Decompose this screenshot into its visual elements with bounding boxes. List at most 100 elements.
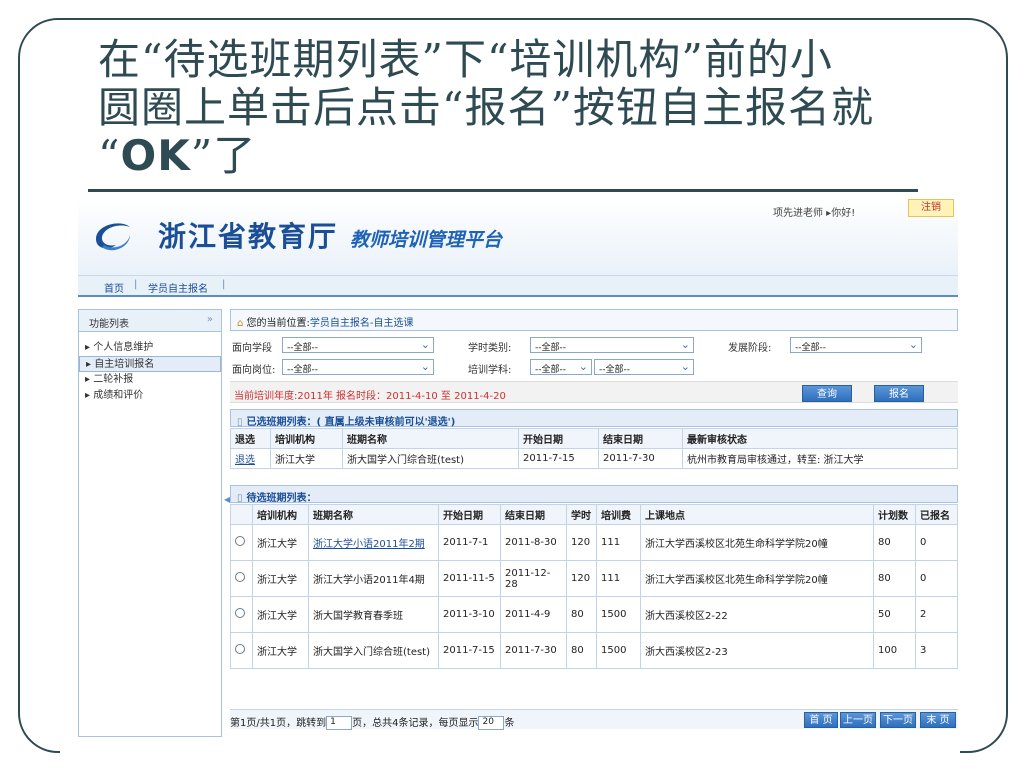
prev-page-button[interactable]: 上一页 <box>840 712 876 728</box>
subject-select-1[interactable]: --全部-- ⌄ <box>530 359 592 375</box>
stage-select-value: --全部-- <box>795 343 826 353</box>
first-page-button[interactable]: 首 页 <box>804 712 838 728</box>
table-row: 浙江大学 浙大国学入门综合班(test) 2011-7-15 2011-7-30… <box>230 632 958 669</box>
withdraw-link[interactable]: 退选 <box>235 455 255 466</box>
col-header: 开始日期 <box>438 504 501 525</box>
pagination-text: 第1页/共1页，跳转到 1 页，总共4条记录，每页显示 20 条 <box>230 714 514 730</box>
dropdown-arrow-icon: ⌄ <box>420 338 430 351</box>
col-header: 班期名称 <box>308 504 439 525</box>
pagination-bar: 第1页/共1页，跳转到 1 页，总共4条记录，每页显示 20 条 首 页 上一页 下一页… <box>230 709 958 730</box>
post-select-value: --全部-- <box>287 365 318 375</box>
sidebar-item-self-enroll[interactable]: ▸ 自主培训报名 <box>79 356 221 372</box>
col-header: 已报名 <box>915 504 958 525</box>
cell-enrolled: 0 <box>915 560 958 597</box>
subject-label: 培训学科: <box>468 365 512 376</box>
cell-plan: 50 <box>873 596 916 633</box>
main-content: ⌂ 您的当前位置:学员自主报名-自主选课 面向学段 --全部-- ⌄ 学时类别: … <box>230 309 958 737</box>
title-ok: OK <box>120 131 191 180</box>
grade-select[interactable]: --全部-- ⌄ <box>282 337 434 353</box>
dropdown-arrow-icon: ⌄ <box>680 360 690 373</box>
table-header-row: 退选 培训机构 班期名称 开始日期 结束日期 最新审核状态 <box>230 428 958 449</box>
sidebar: 功能列表 » ▸ 个人信息维护 ▸ 自主培训报名 ▸ 二轮补报 ▸ 成绩和评价 <box>78 309 222 737</box>
grade-select-value: --全部-- <box>287 343 318 353</box>
cell-enrolled: 2 <box>915 596 958 633</box>
dropdown-arrow-icon: ⌄ <box>908 338 918 351</box>
user-bar: 项先进老师 ▸你好! 注销 <box>728 197 958 219</box>
enroll-period-bar: 当前培训年度:2011年 报名时段：2011-4-10 至 2011-4-20 … <box>230 381 958 403</box>
top-nav: 首页 | 学员自主报名 | <box>78 275 958 297</box>
cell-org: 浙江大学 <box>270 448 343 469</box>
sidebar-item-round2[interactable]: ▸ 二轮补报 <box>79 372 221 388</box>
page-jump-input[interactable]: 1 <box>326 716 353 730</box>
enroll-button[interactable]: 报名 <box>874 385 924 402</box>
select-radio[interactable] <box>235 644 245 654</box>
cell-fee: 111 <box>596 560 641 597</box>
subject-select-2[interactable]: --全部-- ⌄ <box>594 359 694 375</box>
breadcrumb: ⌂ 您的当前位置:学员自主报名-自主选课 <box>230 309 958 331</box>
cell-status: 杭州市教育局审核通过，转至: 浙江大学 <box>682 448 958 469</box>
cell-place: 浙大西溪校区2-22 <box>640 596 874 633</box>
sidebar-header: 功能列表 » <box>79 310 221 332</box>
header-banner: 浙江省教育厅 教师培训管理平台 项先进老师 ▸你好! 注销 <box>78 197 958 275</box>
cell-place: 浙大西溪校区2-23 <box>640 632 874 669</box>
sidebar-title: 功能列表 <box>89 319 129 330</box>
cell-hours: 120 <box>566 524 597 561</box>
cell-fee: 1500 <box>596 596 641 633</box>
col-header: 结束日期 <box>500 504 567 525</box>
query-button[interactable]: 查询 <box>802 385 852 402</box>
cell-place: 浙江大学西溪校区北苑生命科学学院20幢 <box>640 560 874 597</box>
logo-icon <box>96 223 130 251</box>
cell-enrolled: 3 <box>915 632 958 669</box>
cell-name: 浙大国学教育春季班 <box>308 596 439 633</box>
class-name-link[interactable]: 浙江大学小语2011年2期 <box>313 539 425 550</box>
logout-button[interactable]: 注销 <box>908 199 954 217</box>
subject-select-2-value: --全部-- <box>599 365 630 375</box>
hour-type-select[interactable]: --全部-- ⌄ <box>530 337 694 353</box>
select-radio[interactable] <box>235 608 245 618</box>
breadcrumb-path[interactable]: 学员自主报名-自主选课 <box>310 318 414 329</box>
sidebar-item-label: 二轮补报 <box>93 374 134 385</box>
select-radio[interactable] <box>235 572 245 582</box>
enroll-period-text: 当前培训年度:2011年 报名时段：2011-4-10 至 2011-4-20 <box>234 391 506 402</box>
col-header: 培训费 <box>596 504 641 525</box>
cell-end: 2011-7-30 <box>500 632 567 669</box>
cell-name: 浙大国学入门综合班(test) <box>342 448 519 469</box>
chevron-double-down-icon[interactable]: » <box>207 314 213 325</box>
col-header: 学时 <box>566 504 597 525</box>
cell-hours: 80 <box>566 632 597 669</box>
nav-home[interactable]: 首页 <box>104 280 124 295</box>
nav-separator: | <box>134 279 138 290</box>
cell-plan: 80 <box>873 560 916 597</box>
table-row: 浙江大学 浙江大学小语2011年4期 2011-11-5 2011-12-28 … <box>230 560 958 597</box>
col-header <box>230 504 253 525</box>
last-page-button[interactable]: 末 页 <box>920 712 956 728</box>
document-icon: ▯ <box>237 417 243 428</box>
cell-start: 2011-7-15 <box>438 632 501 669</box>
per-page-input[interactable]: 20 <box>478 716 505 730</box>
cell-place: 浙江大学西溪校区北苑生命科学学院20幢 <box>640 524 874 561</box>
cell-org: 浙江大学 <box>252 524 309 561</box>
stage-select[interactable]: --全部-- ⌄ <box>790 337 922 353</box>
nav-self-enroll[interactable]: 学员自主报名 <box>148 280 208 295</box>
sidebar-item-profile[interactable]: ▸ 个人信息维护 <box>79 340 221 356</box>
document-icon: ▯ <box>237 493 243 504</box>
col-header: 最新审核状态 <box>682 428 958 449</box>
col-header: 退选 <box>230 428 271 449</box>
next-page-button[interactable]: 下一页 <box>880 712 916 728</box>
cell-enrolled: 0 <box>915 524 958 561</box>
col-header: 结束日期 <box>598 428 683 449</box>
col-header: 班期名称 <box>342 428 519 449</box>
user-greeting: 项先进老师 ▸你好! <box>773 208 856 219</box>
cell-end: 2011-4-9 <box>500 596 567 633</box>
sidebar-item-label: 成绩和评价 <box>93 390 144 401</box>
post-select[interactable]: --全部-- ⌄ <box>282 359 434 375</box>
cell-end: 2011-7-30 <box>598 448 683 469</box>
sidebar-item-label: 个人信息维护 <box>93 342 154 353</box>
slide-title-line2: 圆圈上单击后点击“报名”按钮自主报名就 <box>98 83 874 132</box>
select-radio[interactable] <box>235 536 245 546</box>
slide-title: 在“待选班期列表”下“培训机构”前的小 圆圈上单击后点击“报名”按钮自主报名就 … <box>98 36 928 180</box>
dropdown-arrow-icon: ⌄ <box>680 338 690 351</box>
sidebar-item-grades[interactable]: ▸ 成绩和评价 <box>79 388 221 404</box>
cell-fee: 111 <box>596 524 641 561</box>
pager-text-1: 第1页/共1页，跳转到 <box>230 718 327 729</box>
